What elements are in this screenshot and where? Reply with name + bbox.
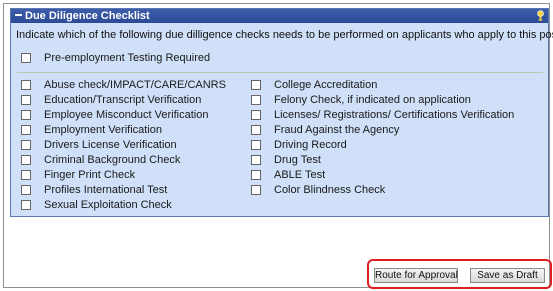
right-checkbox[interactable] xyxy=(251,125,261,135)
left-checkbox[interactable] xyxy=(21,95,31,105)
right-checkbox[interactable] xyxy=(251,80,261,90)
save-as-draft-button[interactable]: Save as Draft xyxy=(470,268,545,283)
right-checkbox[interactable] xyxy=(251,110,261,120)
pre-employment-checkbox[interactable] xyxy=(21,53,31,63)
right-checkbox[interactable] xyxy=(251,185,261,195)
right-checkbox-label: Felony Check, if indicated on applicatio… xyxy=(274,94,471,106)
right-checkbox-label: Drug Test xyxy=(274,154,321,166)
left-checkbox-label: Abuse check/IMPACT/CARE/CANRS xyxy=(44,79,226,91)
page-frame: Due Diligence Checklist Indicate which o… xyxy=(3,3,553,289)
left-checkbox-label: Education/Transcript Verification xyxy=(44,94,202,106)
left-checkbox-label: Profiles International Test xyxy=(44,184,168,196)
left-checkbox-label: Employee Misconduct Verification xyxy=(44,109,209,121)
help-icon[interactable] xyxy=(536,10,545,21)
left-checkbox[interactable] xyxy=(21,140,31,150)
right-checkbox[interactable] xyxy=(251,170,261,180)
instructions-text: Indicate which of the following due dill… xyxy=(16,29,553,41)
left-checkbox[interactable] xyxy=(21,125,31,135)
left-checkbox[interactable] xyxy=(21,185,31,195)
route-for-approval-button[interactable]: Route for Approval xyxy=(374,268,458,283)
panel-header[interactable]: Due Diligence Checklist xyxy=(11,9,548,23)
left-checkbox[interactable] xyxy=(21,80,31,90)
panel-title: Due Diligence Checklist xyxy=(25,10,150,22)
left-checkbox-label: Employment Verification xyxy=(44,124,162,136)
right-checkbox[interactable] xyxy=(251,155,261,165)
action-buttons-highlight: Route for Approval Save as Draft xyxy=(367,259,552,289)
right-checkbox-label: Color Blindness Check xyxy=(274,184,386,196)
pre-employment-label: Pre-employment Testing Required xyxy=(44,52,211,64)
right-checkbox-label: College Accreditation xyxy=(274,79,378,91)
left-checkbox[interactable] xyxy=(21,155,31,165)
left-checkbox-label: Drivers License Verification xyxy=(44,139,177,151)
left-checkbox[interactable] xyxy=(21,110,31,120)
minus-icon[interactable] xyxy=(15,14,22,17)
right-checkbox-label: Licenses/ Registrations/ Certifications … xyxy=(274,109,515,121)
left-checkbox-label: Finger Print Check xyxy=(44,169,136,181)
right-checkbox-label: Driving Record xyxy=(274,139,347,151)
right-checkbox[interactable] xyxy=(251,95,261,105)
due-diligence-panel: Due Diligence Checklist Indicate which o… xyxy=(10,8,553,217)
right-checkbox[interactable] xyxy=(251,140,261,150)
right-checkbox-label: ABLE Test xyxy=(274,169,326,181)
left-checkbox-label: Criminal Background Check xyxy=(44,154,181,166)
left-checkbox[interactable] xyxy=(21,200,31,210)
section-divider xyxy=(17,72,543,73)
left-checkbox-label: Sexual Exploitation Check xyxy=(44,199,172,211)
left-checkbox[interactable] xyxy=(21,170,31,180)
right-checkbox-label: Fraud Against the Agency xyxy=(274,124,400,136)
